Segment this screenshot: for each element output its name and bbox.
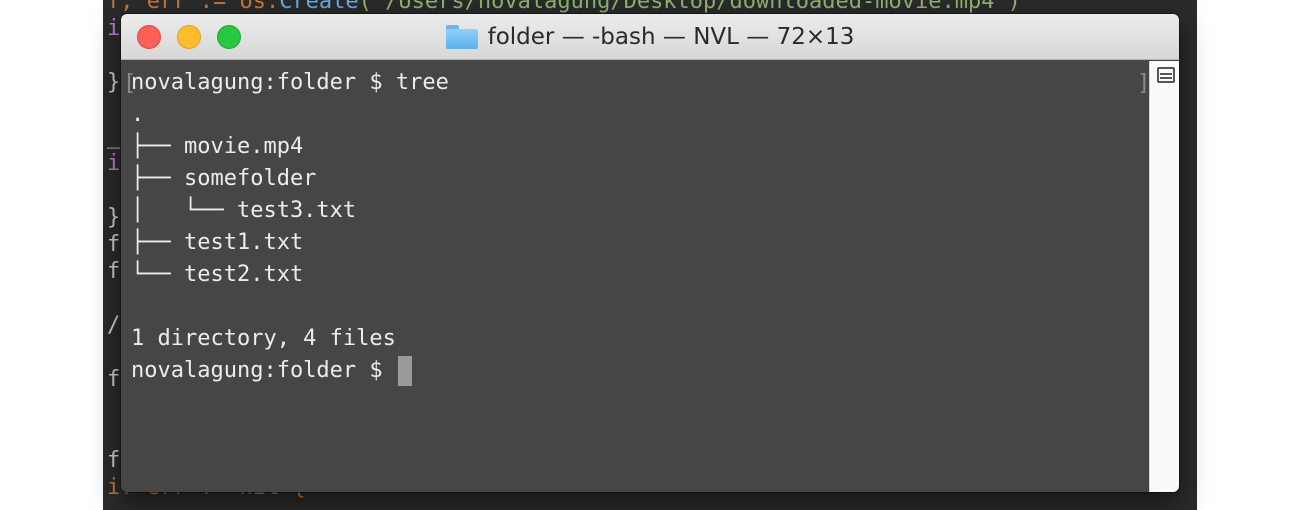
text-cursor: [397, 356, 412, 386]
folder-icon: [445, 25, 478, 49]
editor-code-line: }: [107, 69, 120, 97]
terminal-line: novalagung:folder $ tree: [131, 70, 449, 95]
editor-code-token: /: [107, 313, 121, 338]
terminal-line: 1 directory, 4 files: [131, 326, 396, 351]
editor-code-line: i: [107, 15, 120, 43]
editor-code-line: /: [107, 312, 120, 340]
terminal-scrollbar[interactable]: [1149, 61, 1179, 492]
editor-code-line: f: [107, 258, 120, 286]
terminal-line: └── test2.txt: [131, 262, 304, 287]
terminal-line: ├── test1.txt: [131, 230, 304, 255]
editor-code-token: f, err := os.: [107, 0, 280, 14]
editor-code-token: f: [107, 259, 121, 284]
editor-code-token: Create: [279, 0, 359, 14]
terminal-line: ├── somefolder: [131, 166, 317, 191]
terminal-window[interactable]: folder — -bash — NVL — 72×13 [ ] novalag…: [121, 14, 1179, 492]
editor-code-line: f: [107, 447, 120, 475]
editor-code-token: }: [107, 70, 121, 95]
terminal-prompt-line[interactable]: novalagung:folder $: [131, 355, 449, 387]
terminal-prompt: novalagung:folder $: [131, 358, 396, 383]
editor-code-line: }: [107, 204, 120, 232]
editor-code-line: f: [107, 231, 120, 259]
window-title-group: folder — -bash — NVL — 72×13: [121, 14, 1179, 60]
terminal-output: novalagung:folder $ tree . ├── movie.mp4…: [131, 67, 449, 387]
editor-code-line: f: [107, 366, 120, 394]
editor-code-token: i: [107, 151, 121, 176]
editor-code-token: _: [107, 124, 121, 149]
editor-code-token: f: [107, 367, 121, 392]
title-bar[interactable]: folder — -bash — NVL — 72×13: [121, 14, 1179, 60]
terminal-line: .: [131, 102, 145, 127]
split-pane-icon[interactable]: [1157, 67, 1175, 83]
editor-code-token: ("/Users/novalagung/Desktop/downloaded-m…: [358, 0, 1021, 14]
terminal-content[interactable]: [ ] novalagung:folder $ tree . ├── movie…: [121, 61, 1150, 492]
terminal-line: ├── movie.mp4: [131, 134, 304, 159]
terminal-line: │ └── test3.txt: [131, 198, 357, 223]
editor-code-token: f: [107, 448, 121, 473]
editor-code-token: }: [107, 205, 121, 230]
window-title: folder — -bash — NVL — 72×13: [487, 24, 855, 50]
editor-code-line: _: [107, 123, 120, 151]
editor-code-token: f: [107, 232, 121, 257]
editor-code-line: i: [107, 150, 120, 178]
editor-code-token: i: [107, 16, 121, 41]
